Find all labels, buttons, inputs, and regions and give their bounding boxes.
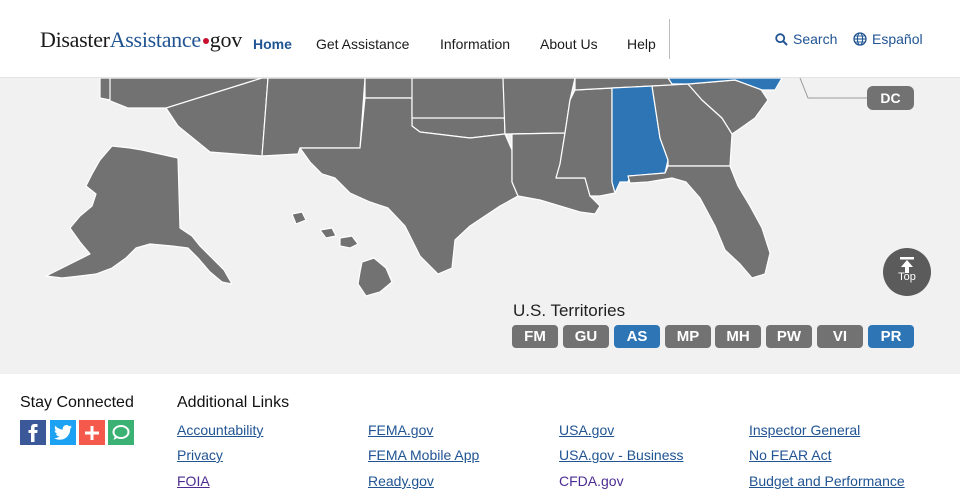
territory-pr-button[interactable]: PR [868,325,914,348]
link-fema-mobile-app[interactable]: FEMA Mobile App [368,447,479,463]
link-inspector-general[interactable]: Inspector General [749,422,860,438]
search-label: Search [793,31,838,47]
state-arkansas[interactable] [502,78,576,135]
site-header: DisasterAssistance gov Home Get Assistanc… [0,0,960,78]
nav-about-us[interactable]: About Us [540,36,598,52]
territories-title: U.S. Territories [513,301,626,320]
logo-text-gov: gov [209,27,242,52]
nav-divider [669,19,670,59]
state-hawaii-big[interactable] [357,257,393,297]
nav-information[interactable]: Information [440,36,510,52]
addthis-button[interactable] [79,420,105,445]
disaster-map: DC Top U.S. Territories FM GU AS MP MH P… [0,78,960,374]
us-map [45,78,867,297]
link-accountability[interactable]: Accountability [177,422,263,438]
chat-icon [112,424,130,440]
link-cfda-gov[interactable]: CFDA.gov [559,473,624,489]
nav-get-assistance[interactable]: Get Assistance [316,36,409,52]
territory-pw-button[interactable]: PW [766,325,812,348]
link-usa-gov-business[interactable]: USA.gov - Business [559,447,684,463]
dc-leader-line [799,78,867,99]
addthis-icon [85,425,99,440]
territory-vi-button[interactable]: VI [817,325,863,348]
twitter-button[interactable] [50,420,76,445]
link-privacy[interactable]: Privacy [177,447,223,463]
link-foia[interactable]: FOIA [177,473,210,489]
state-new-mexico[interactable] [261,78,366,157]
link-no-fear-act[interactable]: No FEAR Act [749,447,831,463]
link-usa-gov[interactable]: USA.gov [559,422,614,438]
state-kansas[interactable] [411,78,506,119]
state-hawaii-oahu[interactable] [319,227,337,239]
globe-icon [853,32,867,46]
stay-connected-title: Stay Connected [20,394,134,411]
territory-as-button[interactable]: AS [614,325,660,348]
nav-help[interactable]: Help [627,36,656,52]
state-hawaii-maui[interactable] [339,235,359,249]
territory-mh-button[interactable]: MH [715,325,761,348]
state-washington[interactable] [99,78,111,101]
back-to-top-button[interactable]: Top [883,248,931,296]
site-logo[interactable]: DisasterAssistance gov [40,27,242,53]
back-to-top-label: Top [898,271,916,283]
language-link[interactable]: Español [853,31,923,47]
logo-text-assistance: Assistance [109,27,201,52]
site-footer: Stay Connected Additional Links Accounta… [0,374,960,495]
search-icon [775,32,788,46]
chat-button[interactable] [108,420,134,445]
territory-fm-button[interactable]: FM [512,325,558,348]
link-budget-and-performance[interactable]: Budget and Performance [749,473,905,489]
facebook-button[interactable] [20,420,46,445]
state-florida[interactable] [627,165,771,279]
territory-gu-button[interactable]: GU [563,325,609,348]
link-ready-gov[interactable]: Ready.gov [368,473,434,489]
link-fema-gov[interactable]: FEMA.gov [368,422,433,438]
dc-button[interactable]: DC [867,86,914,110]
search-link[interactable]: Search [775,31,837,47]
territory-mp-button[interactable]: MP [665,325,711,348]
state-hawaii-kauai[interactable] [291,211,307,225]
logo-dot [202,37,209,44]
facebook-icon [28,423,38,442]
language-label: Español [872,31,923,47]
state-alaska[interactable] [45,145,233,285]
logo-text-disaster: Disaster [40,27,110,52]
twitter-icon [54,425,72,440]
additional-links-title: Additional Links [177,394,290,411]
nav-home[interactable]: Home [253,36,292,52]
